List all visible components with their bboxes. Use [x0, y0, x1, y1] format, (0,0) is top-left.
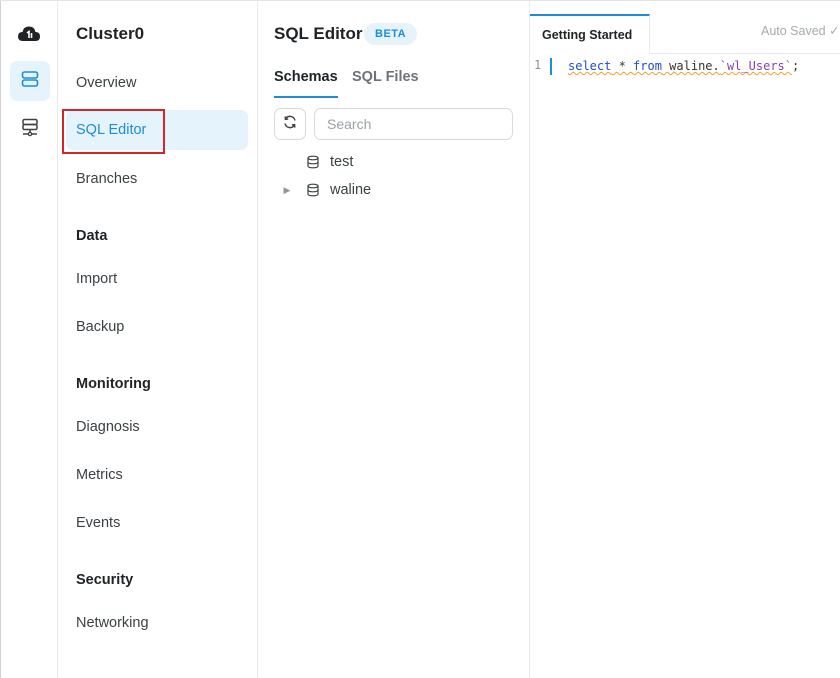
- line-number: 1: [534, 58, 542, 72]
- search-input[interactable]: [314, 108, 513, 140]
- tab-bar-divider: [650, 53, 840, 54]
- tab-getting-started[interactable]: Getting Started: [530, 14, 650, 54]
- sql-editor-pane: Getting Started Auto Saved ✓ 1 select * …: [530, 1, 840, 678]
- app-root: Cluster0 Overview SQL Editor Branches Da…: [0, 0, 840, 678]
- code-table-name: `wl_Users`: [719, 59, 792, 73]
- code-star: *: [611, 59, 634, 73]
- code-keyword-select: select: [568, 59, 612, 73]
- nav-item-backup[interactable]: Backup: [66, 307, 248, 347]
- cluster-sidebar: Cluster0 Overview SQL Editor Branches Da…: [58, 1, 258, 678]
- nav-item-metrics[interactable]: Metrics: [66, 455, 248, 495]
- sql-code[interactable]: select * from waline.`wl_Users`;: [568, 59, 799, 73]
- nav-section-data: Data: [76, 228, 108, 244]
- icon-rail: [0, 1, 58, 678]
- tab-sql-files[interactable]: SQL Files: [352, 69, 419, 98]
- nav-item-networking[interactable]: Networking: [66, 603, 248, 643]
- code-db-name: waline.: [661, 59, 720, 73]
- tree-item-label: test: [330, 154, 354, 170]
- code-keyword-from: from: [633, 59, 662, 73]
- page-title: SQL Editor: [274, 24, 363, 43]
- database-icon: [306, 183, 320, 197]
- nav-section-security: Security: [76, 572, 134, 588]
- data-service-nav-button[interactable]: [10, 109, 50, 149]
- autosave-status: Auto Saved ✓: [761, 24, 840, 38]
- beta-badge: BETA: [364, 23, 418, 45]
- tree-item-waline[interactable]: ▶ waline: [278, 178, 518, 202]
- schema-panel: SQL Editor BETA Schemas SQL Files Search…: [258, 1, 530, 678]
- refresh-button[interactable]: [274, 108, 306, 140]
- tree-item-label: waline: [330, 182, 372, 198]
- clusters-nav-button[interactable]: [10, 61, 50, 101]
- nav-section-monitoring: Monitoring: [76, 376, 151, 392]
- code-line[interactable]: 1 select * from waline.`wl_Users`;: [530, 57, 840, 77]
- refresh-icon: [282, 114, 298, 135]
- server-stack-icon: [20, 69, 40, 94]
- caret-right-icon[interactable]: ▶: [278, 185, 296, 196]
- database-network-icon: [20, 117, 40, 142]
- tree-item-test[interactable]: test: [278, 150, 518, 174]
- text-cursor: [550, 58, 552, 75]
- code-semicolon: ;: [792, 59, 800, 73]
- cloud-logo-icon[interactable]: [16, 21, 42, 47]
- nav-item-branches[interactable]: Branches: [66, 159, 248, 199]
- nav-item-overview[interactable]: Overview: [66, 63, 248, 103]
- nav-item-diagnosis[interactable]: Diagnosis: [66, 407, 248, 447]
- tab-schemas[interactable]: Schemas: [274, 69, 338, 98]
- cluster-name: Cluster0: [76, 24, 145, 43]
- nav-item-events[interactable]: Events: [66, 503, 248, 543]
- nav-item-import[interactable]: Import: [66, 259, 248, 299]
- highlight-annotation-box: [62, 109, 165, 154]
- database-icon: [306, 155, 320, 169]
